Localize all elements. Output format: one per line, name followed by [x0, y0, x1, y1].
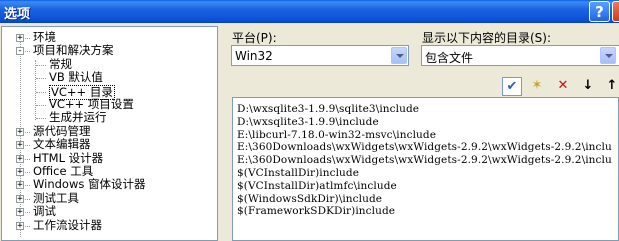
collapse-icon[interactable]: -: [16, 47, 24, 56]
window-title: 选项: [4, 7, 31, 22]
tree-item-label: Windows 窗体设计器: [33, 177, 146, 191]
tree-connector: [36, 105, 46, 106]
tree-item[interactable]: - 项目和解决方案: [2, 44, 217, 57]
tree-item-label: 调试: [33, 204, 56, 218]
close-button[interactable]: [612, 1, 619, 22]
move-up-button[interactable]: ↑: [602, 77, 619, 96]
directory-item[interactable]: $(WindowsSdkDir)\include: [237, 193, 382, 205]
arrow-up-icon: ↑: [606, 78, 618, 93]
move-down-button[interactable]: ↓: [578, 77, 598, 96]
arrow-down-icon: ↓: [582, 78, 594, 93]
platform-combo[interactable]: Win32: [231, 45, 409, 66]
chevron-down-icon[interactable]: [600, 47, 616, 64]
expand-icon[interactable]: +: [16, 168, 24, 177]
directory-list[interactable]: D:\wxsqlite3-1.9.9\sqlite3\include D:\wxs…: [232, 97, 619, 241]
tree-item[interactable]: + 文本编辑器: [2, 138, 217, 151]
expand-icon[interactable]: +: [16, 195, 24, 204]
tree-item[interactable]: 常规: [2, 58, 217, 71]
tree-connector: [36, 78, 46, 79]
directory-item[interactable]: $(VCInstallDir)atlmfc\include: [237, 180, 397, 192]
show-dirs-value: 包含文件: [425, 51, 474, 65]
help-button[interactable]: ?: [589, 1, 610, 22]
tree-item[interactable]: + 工作流设计器: [2, 219, 217, 232]
expand-icon[interactable]: +: [16, 128, 24, 137]
tree-connector: [25, 159, 30, 160]
tree-connector: [25, 212, 30, 213]
delete-icon: ✕: [557, 78, 569, 93]
tree-item-label: 工作流设计器: [33, 218, 102, 232]
check-button[interactable]: ✔: [502, 77, 522, 96]
new-folder-icon: ✶: [531, 78, 543, 93]
tree-connector: [25, 185, 30, 186]
check-icon: ✔: [506, 79, 518, 94]
tree-connector: [25, 199, 30, 200]
chevron-down-icon[interactable]: [391, 47, 407, 64]
tree-item-label: VB 默认值: [49, 70, 103, 84]
show-dirs-combo[interactable]: 包含文件: [421, 45, 619, 66]
tree-connector: [25, 145, 30, 146]
directory-item[interactable]: $(VCInstallDir)include: [237, 167, 359, 179]
tree-item[interactable]: VC++ 项目设置: [2, 98, 217, 111]
expand-icon[interactable]: +: [16, 34, 24, 43]
tree-connector: [25, 226, 30, 227]
directory-item[interactable]: D:\wxsqlite3-1.9.9\include: [237, 116, 379, 128]
tree-item[interactable]: 生成并运行: [2, 111, 217, 124]
directory-item[interactable]: E:\360Downloads\wxWidgets\wxWidgets-2.9.…: [237, 141, 612, 153]
tree-connector: [36, 118, 46, 119]
options-tree[interactable]: + 环境 - 项目和解决方案 常规 VB 默认值 VC++ 目录 VC++ 项目设置 生成并运行…: [1, 26, 218, 241]
expand-icon[interactable]: +: [16, 141, 24, 150]
expand-icon[interactable]: +: [16, 208, 24, 217]
expand-icon[interactable]: +: [16, 155, 24, 164]
directory-item[interactable]: $(FrameworkSDKDir)include: [237, 205, 395, 217]
tree-item-label: 项目和解决方案: [33, 43, 114, 57]
directory-item[interactable]: E:\360Downloads\wxWidgets\wxWidgets-2.9.…: [237, 154, 612, 166]
tree-connector: [25, 38, 30, 39]
tree-connector: [36, 92, 46, 93]
tree-item-label: 文本编辑器: [33, 137, 91, 151]
new-folder-button[interactable]: ✶: [527, 77, 547, 96]
tree-connector: [36, 65, 46, 66]
platform-label: 平台(P):: [232, 31, 277, 45]
directory-item[interactable]: D:\wxsqlite3-1.9.9\sqlite3\include: [237, 103, 419, 115]
delete-button[interactable]: ✕: [553, 77, 573, 96]
expand-icon[interactable]: +: [16, 222, 24, 231]
tree-connector: [25, 132, 30, 133]
tree-item[interactable]: + 调试: [2, 205, 217, 218]
tree-connector: [25, 51, 30, 52]
tree-item[interactable]: + Windows 窗体设计器: [2, 178, 217, 191]
expand-icon[interactable]: +: [16, 181, 24, 190]
platform-value: Win32: [235, 49, 273, 63]
tree-item[interactable]: VB 默认值: [2, 71, 217, 84]
directory-item[interactable]: E:\libcurl-7.18.0-win32-msvc\include: [237, 129, 436, 141]
tree-connector: [25, 172, 30, 173]
tree-item-label: 生成并运行: [49, 110, 107, 124]
title-bar: 选项 ?: [0, 0, 619, 23]
show-dirs-label: 显示以下内容的目录(S):: [422, 31, 552, 45]
